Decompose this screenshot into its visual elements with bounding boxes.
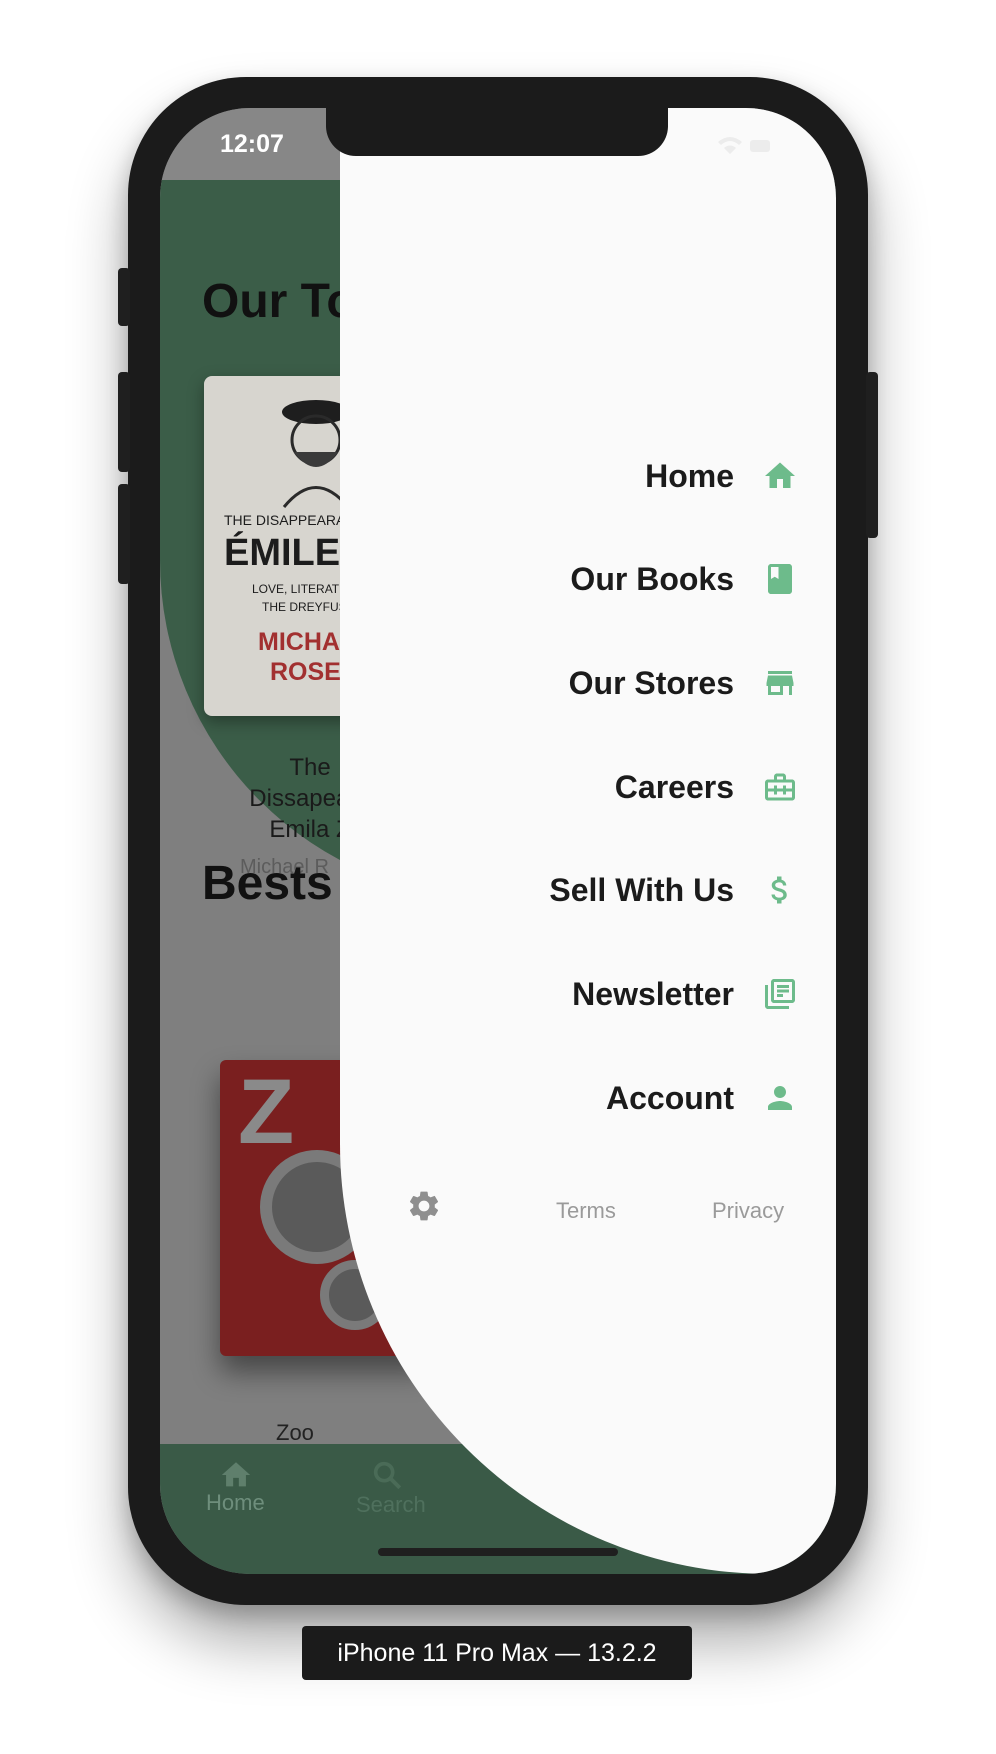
drawer-item-our-books-label: Our Books	[570, 560, 734, 597]
drawer-item-newsletter-label: Newsletter	[572, 975, 734, 1012]
home-icon[interactable]	[218, 1458, 254, 1492]
volume-down-button	[118, 484, 130, 584]
cover-author-first: MICHA	[258, 628, 340, 656]
drawer-item-home[interactable]: Home	[645, 446, 800, 506]
tab-home-label[interactable]: Home	[206, 1490, 265, 1516]
drawer-item-home-label: Home	[645, 457, 734, 494]
cover-author-last: ROSE	[270, 658, 341, 686]
drawer-item-sell-with-us[interactable]: Sell With Us	[549, 860, 800, 920]
mute-switch	[118, 268, 130, 326]
store-icon	[760, 663, 800, 703]
search-icon[interactable]	[370, 1458, 404, 1492]
cover-line-3: LOVE, LITERATU	[252, 582, 348, 596]
book2-title: Zoo	[276, 1420, 314, 1445]
drawer-item-our-stores-label: Our Stores	[568, 664, 734, 701]
tab-search-label[interactable]: Search	[356, 1492, 426, 1518]
briefcase-icon	[760, 767, 800, 807]
drawer-item-our-books[interactable]: Our Books	[570, 549, 800, 609]
navigation-drawer: Home Our Books Our Stores Careers Sell W…	[340, 108, 836, 1574]
newsletter-icon	[760, 974, 800, 1014]
home-indicator[interactable]	[378, 1548, 618, 1556]
privacy-link[interactable]: Privacy	[712, 1198, 784, 1224]
section-title-top: Our To	[202, 275, 356, 328]
person-icon	[760, 1078, 800, 1118]
drawer-item-account[interactable]: Account	[606, 1068, 800, 1128]
drawer-item-newsletter[interactable]: Newsletter	[572, 964, 800, 1024]
status-icons	[718, 137, 770, 154]
dollar-icon	[760, 870, 800, 910]
status-time: 12:07	[220, 130, 284, 158]
drawer-item-sell-with-us-label: Sell With Us	[549, 871, 734, 908]
volume-up-button	[118, 372, 130, 472]
terms-link[interactable]: Terms	[556, 1198, 616, 1224]
drawer-item-account-label: Account	[606, 1079, 734, 1116]
simulator-device-label: iPhone 11 Pro Max — 13.2.2	[302, 1626, 692, 1680]
book-icon	[760, 559, 800, 599]
drawer-item-our-stores[interactable]: Our Stores	[569, 653, 800, 713]
drawer-item-careers[interactable]: Careers	[615, 757, 800, 817]
cover-z-letter: Z	[238, 1061, 295, 1163]
home-icon	[760, 456, 800, 496]
power-button	[866, 372, 878, 538]
section-title-bestsellers: Bests	[202, 857, 333, 910]
cover-line-1: THE DISAPPEARA	[224, 512, 346, 528]
phone-screen: 12:07 Our To THE DISAPPEARA ÉMILE Z LOVE…	[160, 108, 836, 1574]
drawer-item-careers-label: Careers	[614, 768, 734, 805]
gear-icon[interactable]	[406, 1188, 442, 1224]
device-notch	[326, 108, 668, 156]
